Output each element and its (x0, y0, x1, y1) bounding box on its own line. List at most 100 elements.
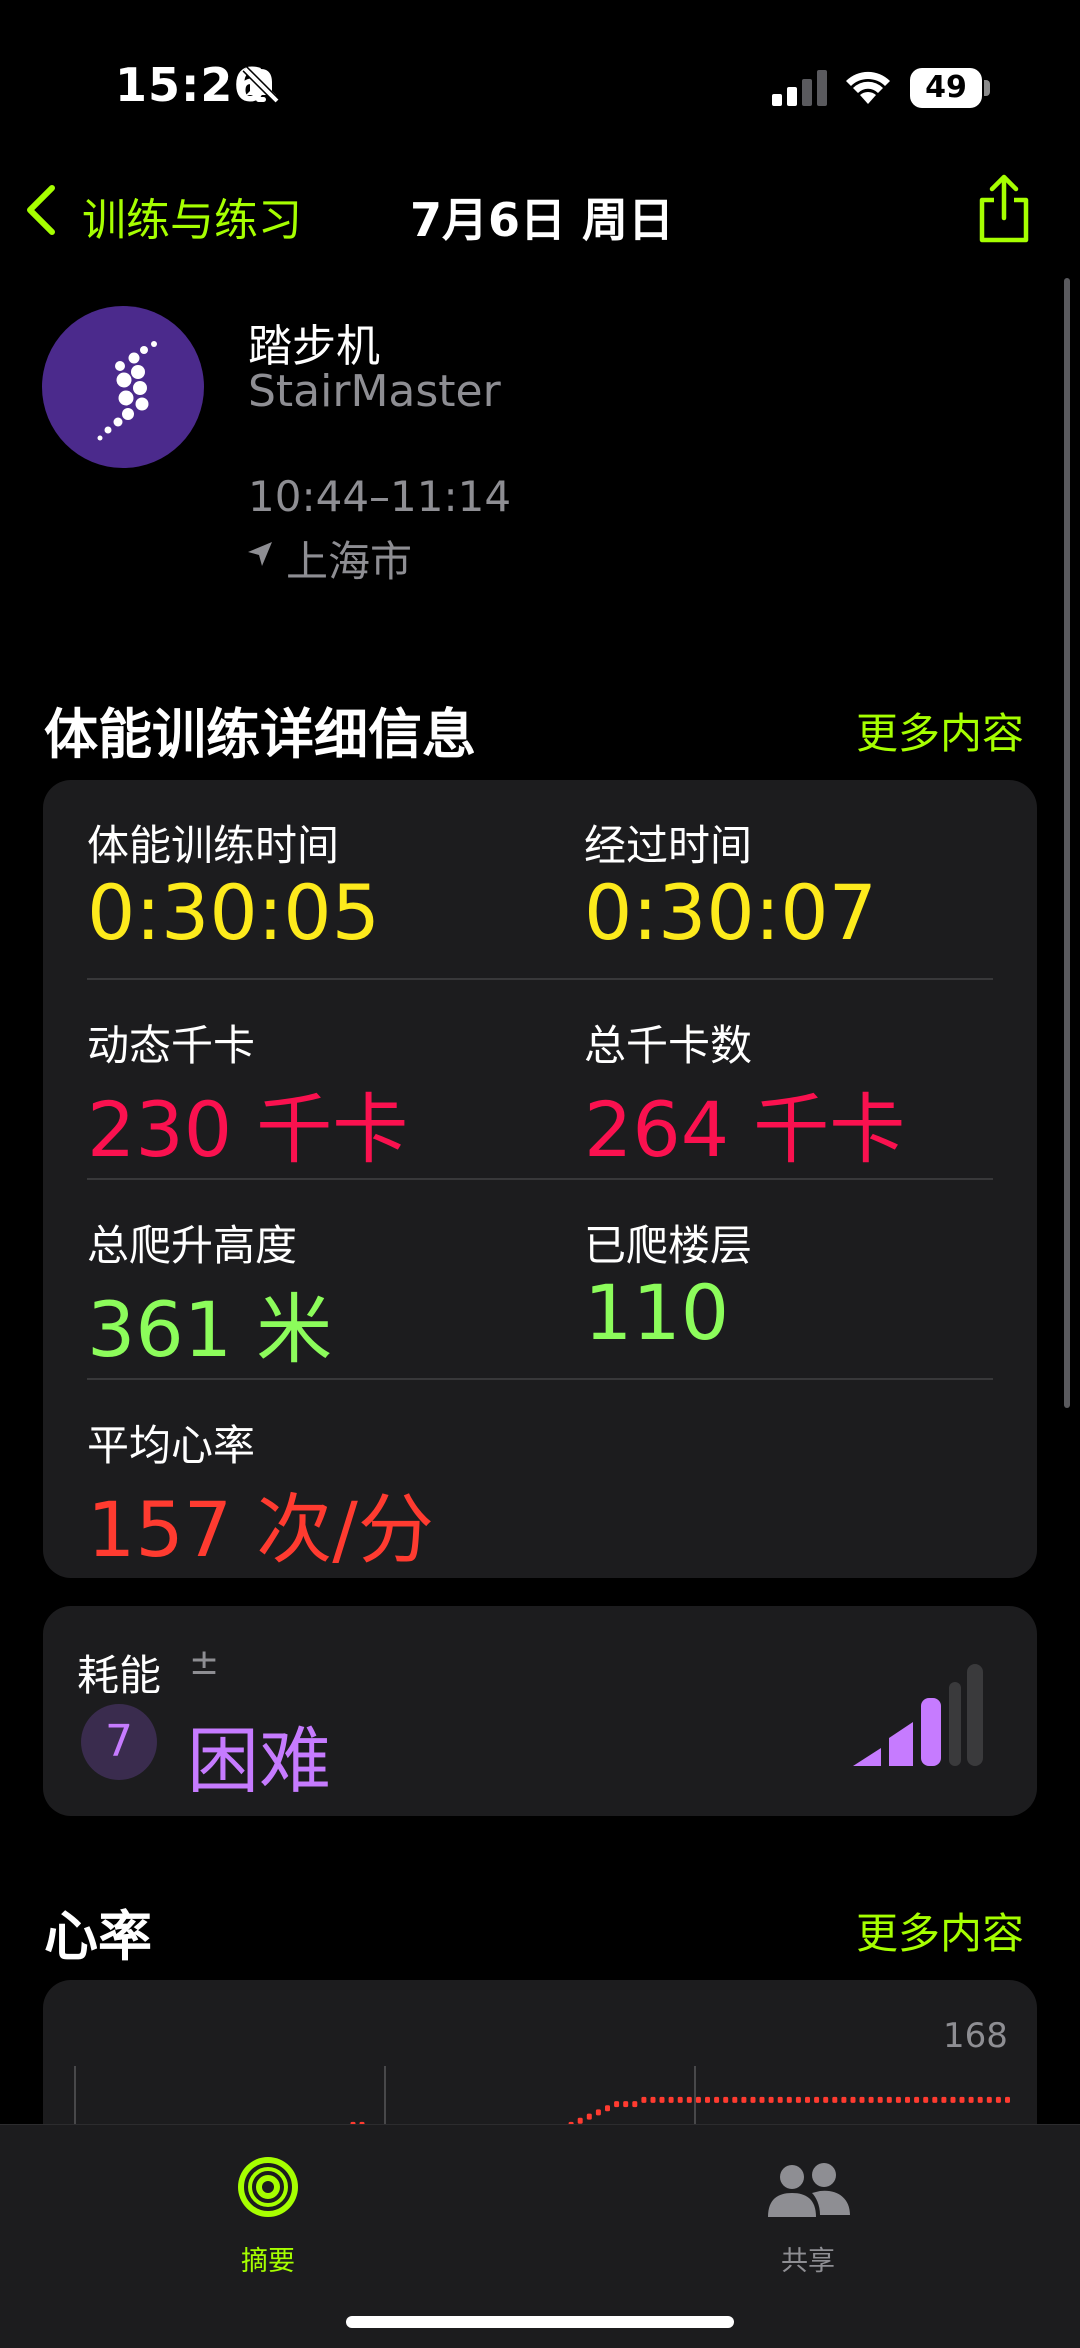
heart-rate-point (732, 2096, 738, 2103)
tab-summary-label: 摘要 (241, 2246, 295, 2277)
heart-rate-point (850, 2096, 856, 2103)
heart-rate-point (595, 2109, 601, 2116)
heart-rate-point (641, 2096, 647, 2103)
heart-rate-point (777, 2096, 783, 2103)
divider (87, 1378, 993, 1380)
heart-rate-point (650, 2096, 656, 2103)
heart-rate-point (586, 2113, 592, 2120)
heart-rate-point (895, 2096, 901, 2103)
heart-rate-point (805, 2096, 810, 2103)
heart-rate-point (841, 2096, 847, 2103)
heart-rate-point (677, 2096, 683, 2103)
metric-value-total-kcal: 264 千卡 (584, 1085, 906, 1174)
details-section-title: 体能训练详细信息 (44, 703, 476, 766)
heart-rate-point (877, 2096, 883, 2103)
metric-label-elapsed-time: 经过时间 (584, 821, 753, 870)
metric-label-floors-climbed: 已爬楼层 (584, 1221, 753, 1270)
tab-sharing-label: 共享 (781, 2246, 835, 2277)
effort-label: 耗能 (77, 1651, 162, 1700)
metric-value-elapsed-time: 0:30:07 (584, 868, 877, 957)
back-button[interactable]: 训练与练习 (82, 184, 302, 248)
heart-rate-point (723, 2096, 729, 2103)
heart-rate-point (905, 2096, 910, 2103)
tab-bar: 摘要 共享 (0, 2124, 1080, 2348)
heart-rate-point (705, 2096, 710, 2103)
heart-rate-more-link[interactable]: 更多内容 (856, 1900, 1024, 1961)
workout-time-range: 10:44–11:14 (248, 472, 512, 521)
workout-brand: StairMaster (248, 366, 501, 417)
metric-label-workout-time: 体能训练时间 (87, 821, 340, 870)
metric-value-elevation-gain: 361 米 (87, 1285, 333, 1374)
workout-name: 踏步机 (248, 321, 380, 372)
heart-rate-point (968, 2096, 974, 2103)
heart-rate-point (923, 2096, 929, 2103)
heart-rate-point (686, 2096, 692, 2103)
scrollbar[interactable] (1064, 278, 1070, 1408)
effort-card[interactable]: 耗能 ± 7 困难 (43, 1606, 1037, 1816)
effort-score-badge: 7 (81, 1704, 157, 1780)
share-icon[interactable] (976, 174, 1032, 244)
heart-rate-point (695, 2096, 701, 2103)
heart-rate-point (868, 2096, 874, 2103)
heart-rate-point (786, 2096, 792, 2103)
metric-value-active-kcal: 230 千卡 (87, 1085, 409, 1174)
metric-label-active-kcal: 动态千卡 (87, 1021, 256, 1070)
metric-label-total-kcal: 总千卡数 (584, 1021, 753, 1070)
heart-rate-point (577, 2117, 583, 2124)
metric-label-avg-heart-rate: 平均心率 (87, 1421, 256, 1470)
heart-rate-point (668, 2096, 674, 2103)
people-icon (768, 2163, 850, 2217)
heart-rate-point (814, 2096, 820, 2103)
silent-mode-icon (242, 66, 280, 104)
heart-rate-point (823, 2096, 829, 2103)
home-indicator[interactable] (346, 2316, 734, 2328)
heart-rate-section-title: 心率 (44, 1905, 152, 1968)
heart-rate-point (1005, 2096, 1010, 2103)
heart-rate-point (977, 2096, 983, 2103)
heart-rate-point (714, 2096, 720, 2103)
details-more-link[interactable]: 更多内容 (856, 700, 1024, 761)
heart-rate-point (623, 2101, 629, 2108)
tab-summary[interactable]: 摘要 (188, 2143, 348, 2283)
heart-rate-point (986, 2096, 992, 2103)
heart-rate-point (768, 2096, 774, 2103)
tab-sharing[interactable]: 共享 (728, 2143, 888, 2283)
workout-location: 上海市 (286, 537, 413, 586)
cellular-signal-icon (772, 70, 827, 106)
divider (87, 1178, 993, 1180)
heart-rate-point (759, 2096, 765, 2103)
heart-rate-point (659, 2096, 665, 2103)
heart-rate-point (605, 2105, 610, 2112)
metric-value-workout-time: 0:30:05 (87, 868, 380, 957)
heart-rate-point (832, 2096, 838, 2103)
heart-rate-point (632, 2101, 638, 2108)
heart-rate-point (914, 2096, 920, 2103)
heart-rate-point (614, 2101, 620, 2108)
metric-value-avg-heart-rate: 157 次/分 (87, 1485, 434, 1574)
divider (87, 978, 993, 980)
heart-rate-point (959, 2096, 965, 2103)
activity-rings-icon (238, 2157, 298, 2217)
heart-rate-point (932, 2096, 938, 2103)
metric-value-floors-climbed: 110 (584, 1268, 730, 1357)
battery-indicator: 49 (910, 68, 982, 108)
workout-details-card: 体能训练时间 0:30:05 经过时间 0:30:07 动态千卡 230 千卡 … (43, 780, 1037, 1578)
heart-rate-point (995, 2096, 1001, 2103)
battery-tip (984, 80, 990, 96)
effort-level: 困难 (187, 1719, 332, 1803)
heart-rate-point (741, 2096, 747, 2103)
heart-rate-point (886, 2096, 892, 2103)
effort-info-icon[interactable]: ± (189, 1642, 219, 1683)
heart-rate-point (950, 2096, 956, 2103)
location-arrow-icon (248, 542, 272, 566)
stair-stepper-icon (42, 306, 204, 468)
heart-rate-point (750, 2096, 756, 2103)
back-chevron-icon[interactable] (22, 184, 58, 236)
metric-label-elevation-gain: 总爬升高度 (87, 1221, 298, 1270)
heart-rate-point (859, 2096, 865, 2103)
heart-rate-point (941, 2096, 947, 2103)
wifi-icon (846, 71, 890, 104)
page-title: 7月6日 周日 (410, 193, 675, 247)
effort-level-icon (853, 1664, 983, 1766)
heart-rate-point (795, 2096, 801, 2103)
